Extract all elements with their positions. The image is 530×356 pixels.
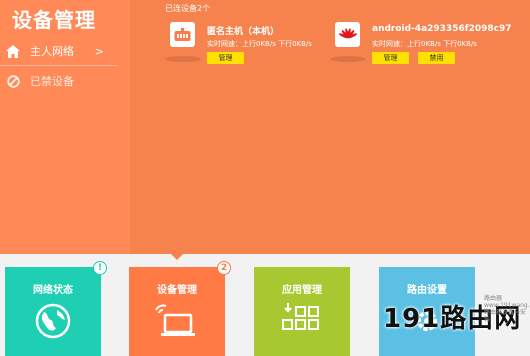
sidebar-item-label: 主人网络 (30, 45, 74, 58)
device-name: android-4a293356f2098c97 (372, 24, 512, 34)
device-name: 匿名主机（本机） (207, 27, 280, 37)
block-button[interactable]: 禁用 (418, 52, 455, 64)
laptop-wifi-icon (129, 303, 225, 339)
active-tab-pointer (170, 253, 184, 260)
apps-grid-icon (254, 303, 350, 339)
chevron-right-icon: > (94, 44, 104, 58)
avatar-shadow (165, 56, 201, 62)
sidebar-item-host-network[interactable]: 主人网络 > (0, 37, 118, 66)
device-speed: 实时网速：上行0KB/s 下行0KB/s (207, 40, 312, 48)
tile-app-management[interactable]: 应用管理 (254, 267, 350, 356)
manage-button[interactable]: 管理 (207, 52, 244, 64)
tile-label: 网络状态 (33, 285, 73, 296)
sidebar-item-blocked-devices[interactable]: 已禁设备 (0, 67, 118, 95)
count-badge: 2 (217, 261, 231, 275)
tile-label: 应用管理 (282, 285, 322, 296)
home-icon (6, 44, 20, 58)
page-title: 设备管理 (12, 8, 96, 32)
router-icon (170, 22, 195, 47)
globe-icon (5, 303, 101, 339)
watermark-side-text: 路由器 www.191wang.com 路由器设置与安装 (484, 295, 530, 323)
tile-label: 设备管理 (157, 285, 197, 296)
huawei-logo-icon (335, 22, 360, 47)
tile-label: 路由设置 (407, 285, 447, 296)
forbidden-icon (6, 74, 20, 88)
avatar-shadow (330, 56, 366, 62)
manage-button[interactable]: 管理 (372, 52, 409, 64)
device-speed: 实时网速：上行0KB/s 下行0KB/s (372, 40, 477, 48)
alert-badge: ! (93, 261, 107, 275)
device-card: 匿名主机（本机） 实时网速：上行0KB/s 下行0KB/s 管理 (165, 22, 330, 74)
tile-network-status[interactable]: ! 网络状态 (5, 261, 107, 356)
sidebar: 设备管理 主人网络 > 已禁设备 (0, 0, 130, 254)
sidebar-item-label: 已禁设备 (30, 75, 74, 88)
device-card: android-4a293356f2098c97 实时网速：上行0KB/s 下行… (330, 22, 512, 74)
tile-device-management[interactable]: 2 设备管理 (129, 261, 231, 356)
device-count: 已连设备2个 (165, 4, 211, 13)
